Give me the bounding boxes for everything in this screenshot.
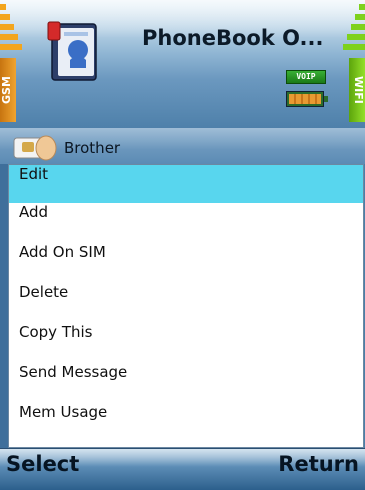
- wifi-label: WIFI: [352, 76, 365, 104]
- options-menu: Edit Add Add On SIM Delete Copy This Sen…: [8, 164, 364, 448]
- app-title: PhoneBook O...: [142, 26, 324, 50]
- contact-name: Brother: [64, 139, 121, 157]
- battery-icon: [286, 91, 328, 107]
- return-softkey[interactable]: Return: [278, 452, 359, 476]
- menu-item-copy-this[interactable]: Copy This: [9, 323, 363, 361]
- menu-item-mem-usage[interactable]: Mem Usage: [9, 403, 363, 441]
- menu-item-add-on-sim[interactable]: Add On SIM: [9, 243, 363, 281]
- sim-card-icon: [13, 135, 57, 161]
- menu-item-send-message[interactable]: Send Message: [9, 363, 363, 401]
- status-header: GSM WIFI PhoneBook O... VOIP: [0, 0, 365, 128]
- voip-badge: VOIP: [286, 70, 326, 84]
- menu-item-add[interactable]: Add: [9, 203, 363, 241]
- menu-side-bar: [0, 164, 8, 448]
- gsm-label: GSM: [0, 76, 13, 104]
- select-softkey[interactable]: Select: [6, 452, 79, 476]
- menu-item-edit[interactable]: Edit: [9, 165, 363, 203]
- phonebook-icon: [47, 21, 97, 81]
- menu-item-delete[interactable]: Delete: [9, 283, 363, 321]
